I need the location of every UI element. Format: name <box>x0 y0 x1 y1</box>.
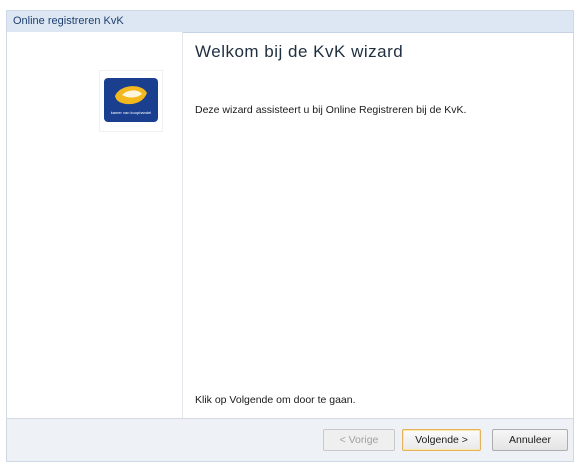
cancel-button[interactable]: Annuleer <box>492 429 568 451</box>
kvk-logo: kamer van koophandel <box>99 70 163 132</box>
wizard-content: Welkom bij de KvK wizard Deze wizard ass… <box>183 32 573 420</box>
next-button[interactable]: Volgende > <box>402 429 481 451</box>
page-title: Welkom bij de KvK wizard <box>195 42 404 61</box>
svg-text:kamer van koophandel: kamer van koophandel <box>111 110 152 115</box>
title-bar: Online registreren KvK <box>7 11 573 33</box>
previous-button[interactable]: < Vorige <box>323 429 395 451</box>
sidebar-panel: kamer van koophandel <box>7 32 183 420</box>
instruction-text: Klik op Volgende om door te gaan. <box>195 394 356 406</box>
button-bar: < Vorige Volgende > Annuleer <box>7 418 573 461</box>
window-title: Online registreren KvK <box>13 15 124 27</box>
intro-text: Deze wizard assisteert u bij Online Regi… <box>195 104 467 116</box>
wizard-window: Online registreren KvK kamer van koophan… <box>6 10 574 462</box>
kvk-logo-icon: kamer van koophandel <box>104 78 158 122</box>
